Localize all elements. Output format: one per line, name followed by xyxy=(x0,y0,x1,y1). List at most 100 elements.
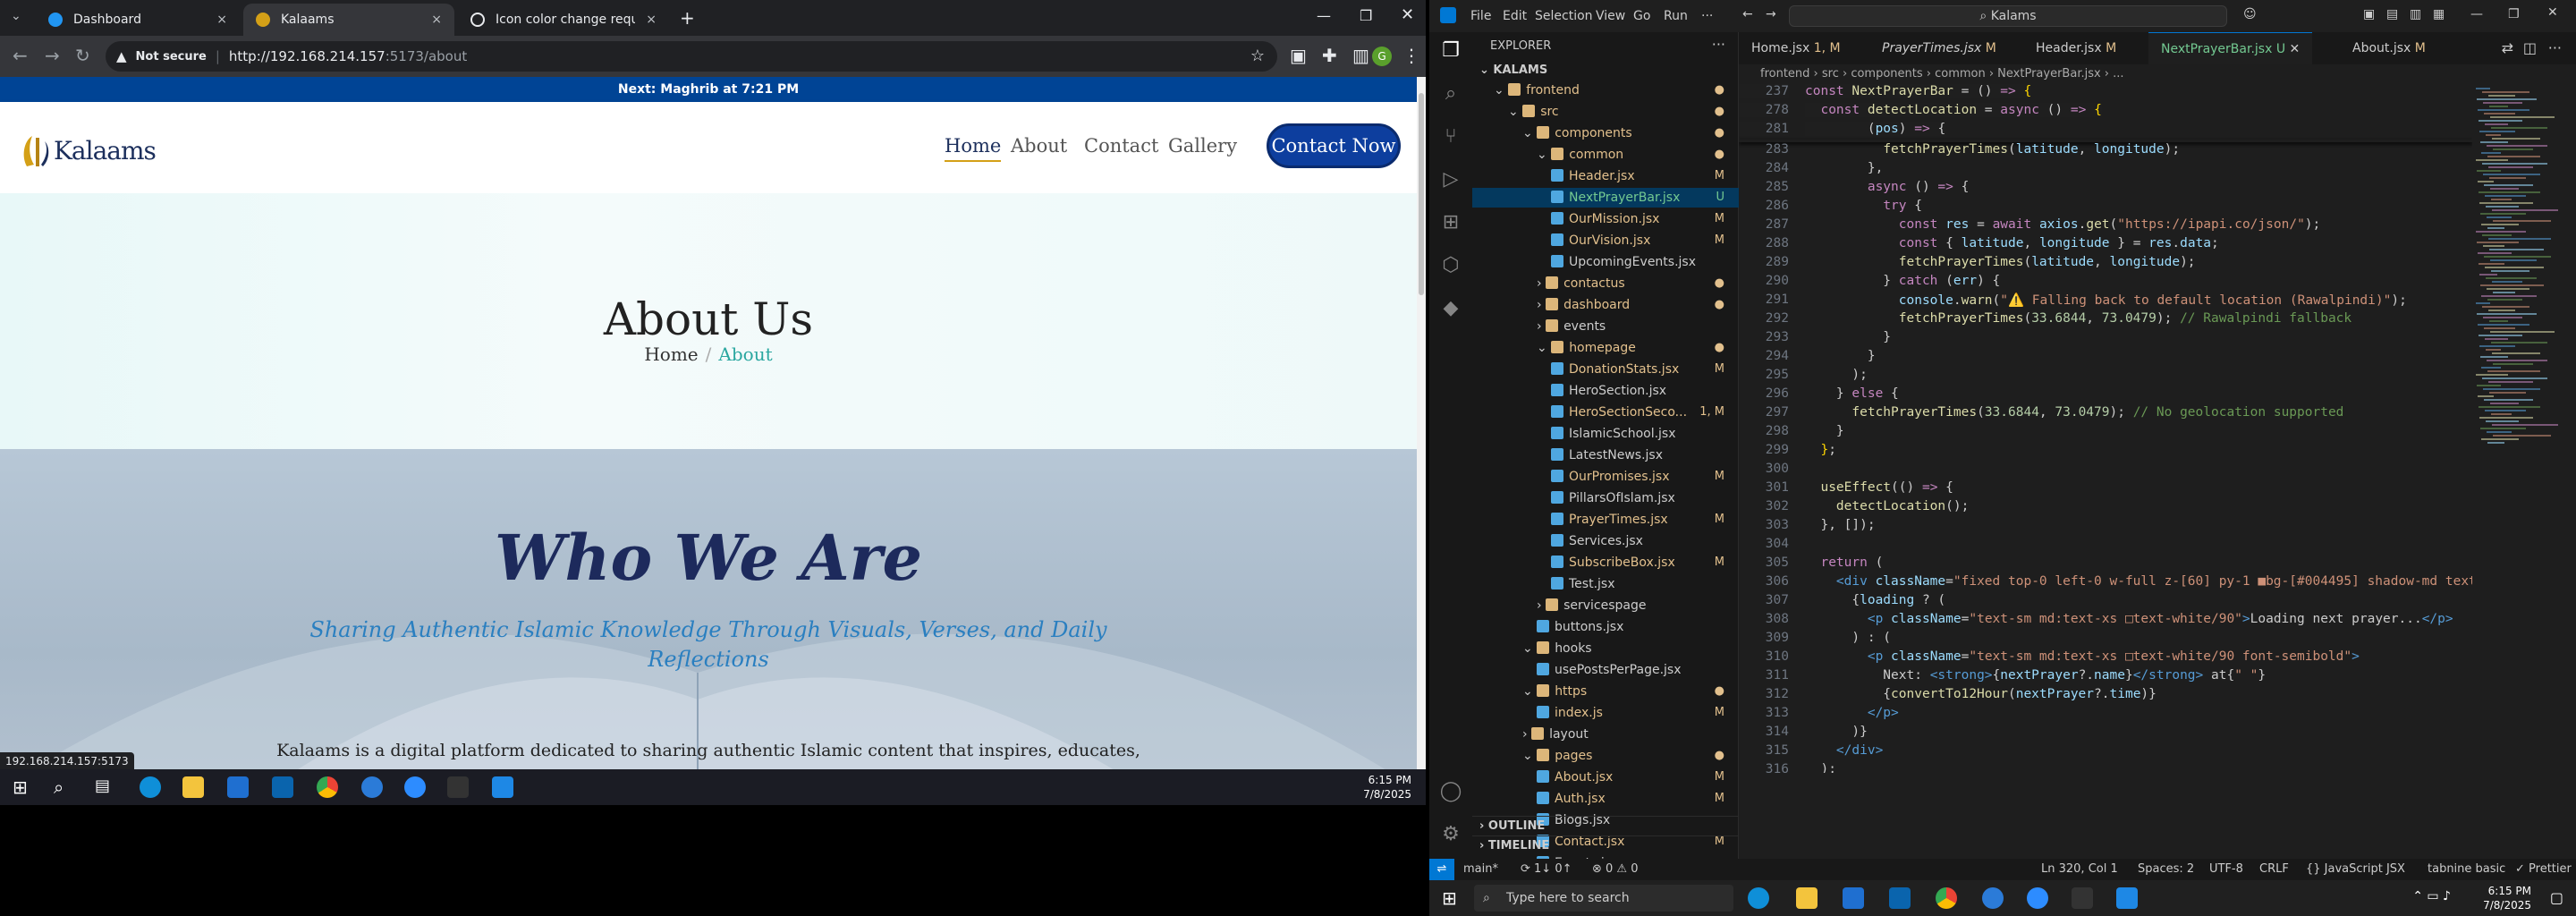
code-line[interactable]: detectLocation(); xyxy=(1805,499,1969,513)
layout-secondary-icon[interactable]: ▥ xyxy=(2410,7,2421,21)
settings-gear-icon[interactable]: ⚙ xyxy=(1438,823,1463,848)
tree-file[interactable]: buttons.jsx xyxy=(1472,617,1739,637)
code-line[interactable]: <div className="fixed top-0 left-0 w-ful… xyxy=(1805,574,2472,589)
tree-folder[interactable]: › contactus ● xyxy=(1472,274,1739,293)
line-ending[interactable]: CRLF xyxy=(2259,859,2289,880)
search-icon[interactable]: ⌕ xyxy=(54,776,64,798)
tree-file[interactable]: HeroSection.jsx xyxy=(1472,381,1739,401)
notification-icon[interactable]: ▢ xyxy=(2550,889,2563,906)
editor-tab-home[interactable]: Home.jsx 1, M xyxy=(1739,32,1853,64)
tree-file[interactable]: OurPromises.jsx M xyxy=(1472,467,1739,487)
code-line[interactable]: } catch (err) { xyxy=(1805,274,2000,288)
code-line[interactable]: <p className="text-sm md:text-xs □text-w… xyxy=(1805,612,2453,626)
terminal-icon[interactable] xyxy=(447,776,469,798)
tree-file[interactable]: About.jsx M xyxy=(1472,768,1739,787)
nav-forward-icon[interactable]: → xyxy=(1766,7,1776,21)
code-line[interactable]: ); xyxy=(1805,368,1867,382)
zoom-icon[interactable] xyxy=(404,776,426,798)
git-branch[interactable]: main* xyxy=(1463,859,1498,880)
maximize-icon[interactable]: ❐ xyxy=(1360,7,1372,24)
copilot-icon[interactable]: ☺ xyxy=(2243,7,2257,21)
code-line[interactable]: const { latitude, longitude } = res.data… xyxy=(1805,236,2219,250)
account-icon[interactable]: ◯ xyxy=(1438,780,1463,805)
app-icon[interactable] xyxy=(1982,887,2004,909)
prettier-status[interactable]: ✓ Prettier xyxy=(2515,859,2572,880)
code-line[interactable]: } else { xyxy=(1805,386,1899,401)
nav-about[interactable]: About xyxy=(1011,135,1067,157)
remote-explorer-icon[interactable]: ⬡ xyxy=(1438,254,1463,279)
menu-file[interactable]: File xyxy=(1470,9,1491,23)
menu-icon[interactable]: ⋮ xyxy=(1402,45,1420,66)
minimize-icon[interactable]: — xyxy=(2470,7,2483,21)
store-icon[interactable] xyxy=(227,776,249,798)
code-line[interactable]: try { xyxy=(1805,199,1922,213)
layout-sidebar-icon[interactable]: ▣ xyxy=(2363,7,2375,21)
extensions-icon[interactable]: ⊞ xyxy=(1438,211,1463,236)
vscode-icon[interactable] xyxy=(2116,887,2138,909)
profile-avatar[interactable]: G xyxy=(1372,47,1392,66)
tree-file[interactable]: OurMission.jsx M xyxy=(1472,209,1739,229)
reload-icon[interactable]: ↻ xyxy=(75,45,90,66)
code-line[interactable]: {convertTo12Hour(nextPrayer?.time)} xyxy=(1805,687,2157,701)
puzzle-icon[interactable]: ✚ xyxy=(1322,45,1337,66)
site-logo[interactable]: Kalaams xyxy=(20,131,157,170)
code-line[interactable]: (pos) => { xyxy=(1805,122,1946,136)
tree-folder[interactable]: › servicespage xyxy=(1472,596,1739,615)
tree-folder[interactable]: › layout xyxy=(1472,725,1739,744)
tree-file[interactable]: SubscribeBox.jsx M xyxy=(1472,553,1739,572)
app-icon[interactable] xyxy=(361,776,383,798)
maximize-icon[interactable]: ❐ xyxy=(2508,7,2520,21)
timeline-section[interactable]: › TIMELINE xyxy=(1472,835,1739,855)
split-editor-icon[interactable]: ◫ xyxy=(2523,39,2537,56)
terminal-icon[interactable] xyxy=(2072,887,2093,909)
code-line[interactable]: }, []); xyxy=(1805,518,1875,532)
editor-tab-about[interactable]: About.jsx M xyxy=(2340,32,2438,64)
menu-more[interactable]: ··· xyxy=(1701,9,1713,23)
code-line[interactable]: fetchPrayerTimes(33.6844, 73.0479); // R… xyxy=(1805,311,2351,326)
tree-folder[interactable]: ⌄ hooks xyxy=(1472,639,1739,658)
editor-tab-nextprayerbar[interactable]: NextPrayerBar.jsx U ✕ xyxy=(2148,32,2313,64)
search-icon[interactable]: ⌕ xyxy=(1438,82,1463,107)
tree-file[interactable]: HeroSectionSeco... 1, M xyxy=(1472,403,1739,422)
edge-icon[interactable] xyxy=(1748,887,1769,909)
code-line[interactable]: fetchPrayerTimes(latitude, longitude); xyxy=(1805,255,2196,269)
problems-count[interactable]: ⊗ 0 ⚠ 0 xyxy=(1592,859,1639,880)
tree-folder[interactable]: ⌄ components ● xyxy=(1472,123,1739,143)
tree-file[interactable]: PrayerTimes.jsx M xyxy=(1472,510,1739,530)
tree-folder[interactable]: ⌄ https ● xyxy=(1472,682,1739,701)
address-bar[interactable]: ▲ Not secure | http://192.168.214.157:51… xyxy=(106,41,1277,72)
chrome-taskbar-icon[interactable] xyxy=(1936,887,1957,909)
not-secure-label[interactable]: Not secure xyxy=(136,50,207,64)
task-view-icon[interactable]: ▤ xyxy=(95,776,110,795)
editor-tab-header[interactable]: Header.jsx M xyxy=(2023,32,2129,64)
indentation[interactable]: Spaces: 2 xyxy=(2138,859,2194,880)
new-tab-button[interactable]: + xyxy=(680,7,695,29)
tree-file[interactable]: UpcomingEvents.jsx xyxy=(1472,252,1739,272)
tab-search-icon[interactable]: ⌄ xyxy=(11,9,21,23)
code-line[interactable]: console.warn("⚠️ Falling back to default… xyxy=(1805,293,2407,308)
code-line[interactable]: ) : ( xyxy=(1805,631,1891,645)
tabnine-status[interactable]: tabnine basic xyxy=(2428,859,2505,880)
tree-file[interactable]: Services.jsx xyxy=(1472,531,1739,551)
menu-go[interactable]: Go xyxy=(1633,9,1650,23)
minimap[interactable] xyxy=(2472,84,2576,478)
code-editor[interactable]: 237 const NextPrayerBar = () => {278 cons… xyxy=(1739,84,2472,773)
tree-folder[interactable]: ⌄ common ● xyxy=(1472,145,1739,165)
breadcrumb-home[interactable]: Home xyxy=(644,344,698,365)
file-explorer-icon[interactable] xyxy=(182,776,204,798)
sidepanel-icon[interactable]: ▥ xyxy=(1352,45,1369,66)
clock[interactable]: 6:15 PM 7/8/2025 xyxy=(2483,884,2531,912)
tree-file[interactable]: IslamicSchool.jsx xyxy=(1472,424,1739,444)
system-tray-icons[interactable]: ⌃ ▭ ♪ xyxy=(2412,889,2451,903)
cursor-position[interactable]: Ln 320, Col 1 xyxy=(2041,859,2118,880)
tree-file[interactable]: PillarsOfIslam.jsx xyxy=(1472,488,1739,508)
tree-file[interactable]: Header.jsx M xyxy=(1472,166,1739,186)
tree-file[interactable]: Test.jsx xyxy=(1472,574,1739,594)
nav-home[interactable]: Home xyxy=(945,135,1002,162)
code-line[interactable]: </p> xyxy=(1805,706,1899,720)
minimize-icon[interactable]: — xyxy=(1317,7,1331,24)
nav-contact[interactable]: Contact xyxy=(1084,135,1158,157)
code-line[interactable]: {loading ? ( xyxy=(1805,593,1945,607)
close-icon[interactable]: × xyxy=(216,13,227,27)
nav-back-icon[interactable]: ← xyxy=(1742,7,1753,21)
